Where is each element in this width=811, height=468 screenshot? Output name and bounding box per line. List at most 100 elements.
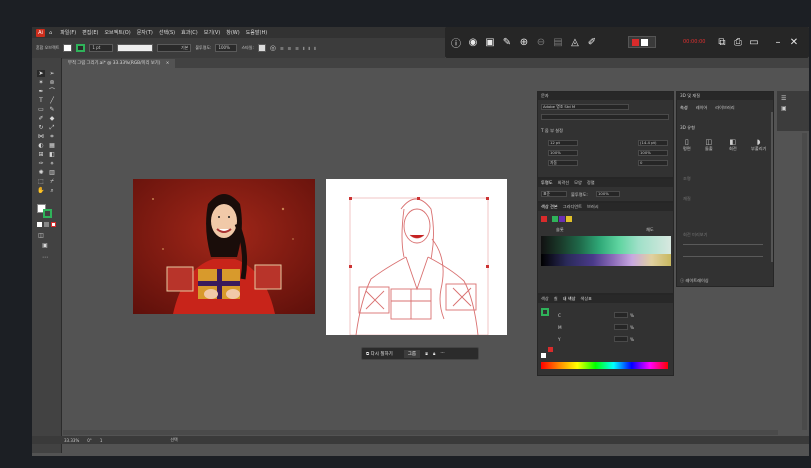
y-channel-field[interactable]: [614, 336, 628, 342]
align-right-icon[interactable]: ☰: [295, 46, 299, 51]
tab-appearance[interactable]: 모양: [574, 180, 582, 186]
tracking-field[interactable]: 0: [638, 160, 668, 166]
color-swatch-none[interactable]: [541, 353, 546, 358]
info-circle-icon[interactable]: ⓘ: [449, 35, 463, 50]
tab-align[interactable]: 정렬: [587, 180, 595, 186]
magic-wand-tool-icon[interactable]: ✶: [37, 79, 45, 86]
type-tool-icon[interactable]: T: [37, 97, 45, 104]
artboard-tool-icon[interactable]: ⬚: [37, 178, 45, 185]
tab-color-table[interactable]: 색상표: [580, 296, 592, 302]
3d-type-revolve[interactable]: ◧ 회전: [729, 138, 737, 152]
paintbrush-tool-icon[interactable]: ✎: [48, 106, 56, 113]
swatch-green[interactable]: [552, 216, 558, 222]
raytracing-footer[interactable]: ⓘ 레이트레이싱: [680, 278, 709, 284]
recolor-icon[interactable]: ◎: [270, 44, 276, 52]
rotate-tool-icon[interactable]: ↻: [37, 124, 45, 131]
align-middle-icon[interactable]: ⫴: [308, 46, 310, 51]
layout-icon[interactable]: ▤: [551, 35, 565, 49]
eyedropper-tool-icon[interactable]: ✑: [37, 160, 45, 167]
vertical-scale-field[interactable]: 100%: [548, 150, 578, 156]
hand-tool-icon[interactable]: ✋: [37, 187, 45, 194]
panel-icon[interactable]: ☰: [781, 95, 786, 102]
shaper-tool-icon[interactable]: ✐: [37, 115, 45, 122]
anchor-handle[interactable]: [349, 265, 352, 268]
style-swatch[interactable]: [257, 44, 266, 52]
menu-type[interactable]: 문자(T): [137, 29, 153, 36]
scale-tool-icon[interactable]: ⤢: [48, 124, 56, 131]
tab-layers[interactable]: 레이어: [696, 105, 708, 111]
lock-icon[interactable]: 🔒︎: [433, 351, 435, 357]
free-transform-tool-icon[interactable]: ⌗: [48, 133, 56, 140]
menu-object[interactable]: 오브젝트(O): [104, 29, 130, 36]
artboard-number[interactable]: 1: [100, 438, 103, 443]
more-options-button[interactable]: ···: [440, 351, 444, 356]
3d-row-lighting[interactable]: 조명: [683, 176, 691, 182]
tab-color-prefix[interactable]: 색상: [541, 296, 549, 302]
minimize-icon[interactable]: –: [771, 35, 785, 49]
note-icon[interactable]: ▣: [483, 35, 497, 49]
mesh-tool-icon[interactable]: ⊞: [37, 151, 45, 158]
text-pen-icon[interactable]: ✐: [585, 35, 599, 49]
menu-edit[interactable]: 편집(E): [82, 29, 98, 36]
anchor-handle[interactable]: [486, 197, 489, 200]
stop-circle-icon[interactable]: ◉: [466, 35, 480, 49]
align-left-icon[interactable]: ☰: [280, 46, 284, 51]
blend-tool-icon[interactable]: ⋄: [48, 160, 56, 167]
3d-row-rotation[interactable]: 회전 미리보기: [683, 232, 707, 238]
horizontal-scale-field[interactable]: 100%: [638, 150, 668, 156]
document-tab[interactable]: 부적 그림 그리기.ai* @ 33.33%(RGB/미리 보기) ×: [62, 59, 176, 68]
swatch-yellow[interactable]: [566, 216, 572, 222]
swatch-grid-row[interactable]: [541, 254, 671, 266]
horizontal-scrollbar[interactable]: [63, 430, 778, 435]
tab-3d-materials[interactable]: 3D 및 재질: [680, 93, 700, 99]
color-picker-icon[interactable]: [628, 36, 656, 48]
draw-mode-icon[interactable]: ◫: [37, 232, 45, 239]
zoom-in-icon[interactable]: ⊕: [517, 35, 531, 49]
home-icon[interactable]: ⌂: [49, 30, 52, 36]
tab-libraries[interactable]: 라이브러리: [715, 105, 734, 111]
font-style-field[interactable]: [541, 114, 669, 120]
stroke-weight-field[interactable]: 1 pt: [89, 44, 114, 52]
opacity-field[interactable]: 100%: [215, 44, 238, 52]
align-center-icon[interactable]: ☰: [288, 46, 292, 51]
c-channel-field[interactable]: [614, 312, 628, 318]
tab-swatches[interactable]: 색상 견본: [541, 204, 558, 210]
leading-field[interactable]: (14.4 pt): [638, 140, 668, 146]
menu-file[interactable]: 파일(F): [60, 29, 76, 36]
eraser-tool-icon[interactable]: ◆: [48, 115, 56, 122]
none-mode-icon[interactable]: [51, 222, 56, 227]
fill-swatch[interactable]: [63, 44, 73, 52]
stroke-color-icon[interactable]: [43, 209, 52, 218]
width-tool-icon[interactable]: ⋈: [37, 133, 45, 140]
brush-field[interactable]: 기본: [157, 44, 192, 52]
crop-icon[interactable]: ⧉: [715, 35, 729, 49]
tab-properties[interactable]: 속성: [680, 105, 688, 111]
anchor-handle[interactable]: [486, 265, 489, 268]
swatch-purple[interactable]: [559, 216, 565, 222]
symbol-sprayer-tool-icon[interactable]: ✺: [37, 169, 45, 176]
tab-color-guide[interactable]: 칠: [554, 296, 558, 302]
arrange-icon[interactable]: ⧈: [425, 351, 428, 357]
shape-builder-tool-icon[interactable]: ◐: [37, 142, 45, 149]
line-art-artboard[interactable]: [326, 179, 507, 336]
zoom-out-icon[interactable]: ⊖: [534, 35, 548, 49]
edit-toolbar-icon[interactable]: ⋯: [41, 254, 49, 261]
line-tool-icon[interactable]: ╱: [48, 97, 56, 104]
capture-icon[interactable]: ⎙: [731, 35, 745, 49]
tab-brushes[interactable]: 브러시: [587, 204, 599, 210]
3d-type-flat[interactable]: ▯ 평면: [683, 138, 691, 152]
swatch-fill-red[interactable]: [541, 216, 547, 222]
anchor-handle[interactable]: [349, 197, 352, 200]
tab-my-color[interactable]: 내 색상: [563, 296, 576, 302]
font-size-field[interactable]: 12 pt: [548, 140, 578, 146]
color-swatch-red[interactable]: [548, 347, 553, 352]
close-icon[interactable]: ✕: [787, 35, 801, 49]
transparency-opacity-field[interactable]: 100%: [596, 191, 620, 197]
gradient-tool-icon[interactable]: ◧: [48, 151, 56, 158]
zoom-tool-icon[interactable]: ⌕: [48, 187, 56, 194]
direct-selection-tool-icon[interactable]: ➢: [48, 70, 56, 77]
redraw-button[interactable]: ⧉ 다시 칠하기: [366, 351, 393, 357]
slice-tool-icon[interactable]: ⌿: [48, 178, 56, 185]
tab-gradient[interactable]: 그라디언트: [563, 204, 582, 210]
zoom-level[interactable]: 33.33%: [64, 438, 79, 443]
